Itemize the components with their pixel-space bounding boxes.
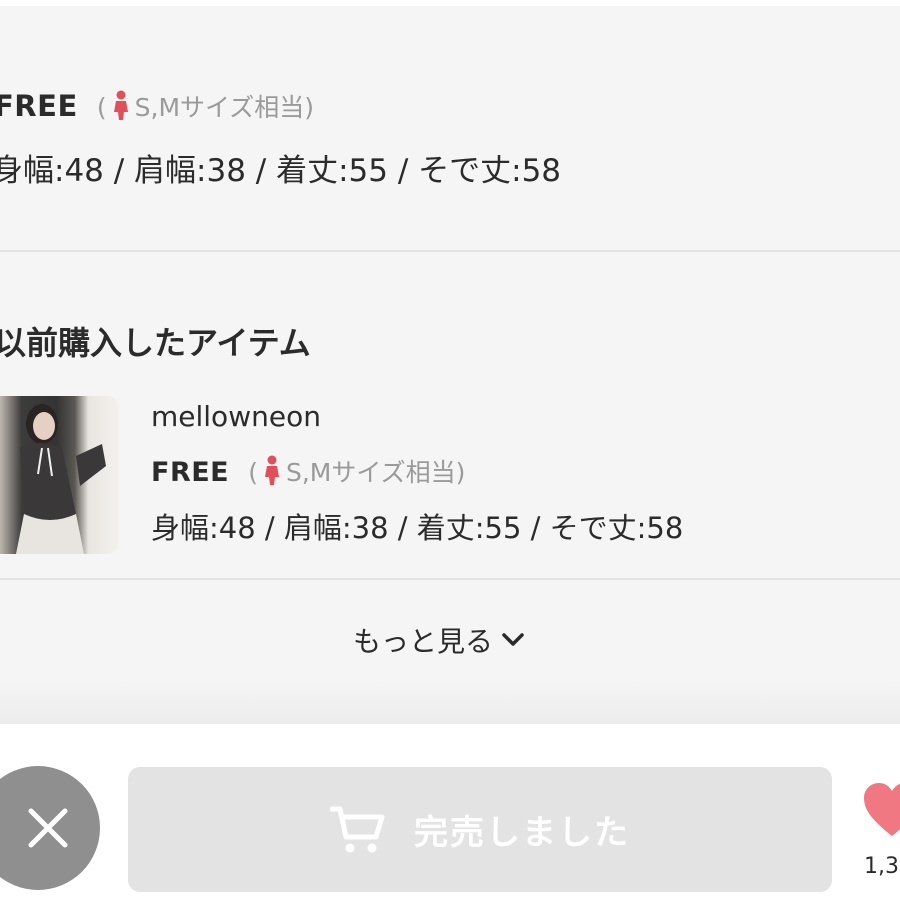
divider [0,578,900,580]
product-thumbnail[interactable] [0,396,119,554]
fit-open-paren: ( [96,93,107,122]
divider [0,250,900,252]
item-measurements: 身幅:48 / 肩幅:38 / 着丈:55 / そで丈:58 [151,511,684,545]
card-top-edge [0,0,900,6]
item-fit-open-paren: ( [248,458,258,487]
item-fit-note: ( S,Mサイズ相当) [248,455,466,487]
cart-icon [330,806,385,852]
sold-out-label: 完売しました [414,813,630,853]
sold-out-button[interactable]: 完売しました [128,767,832,892]
close-icon [28,808,68,848]
person-icon [264,455,279,485]
fit-text: S,Mサイズ相当) [134,93,315,122]
item-fit-text: S,Mサイズ相当) [285,458,466,487]
product-info-card: FREE ( S,Mサイズ相当) 身幅:48 / 肩幅:38 / 着丈:55 / … [0,0,900,724]
measurements: 身幅:48 / 肩幅:38 / 着丈:55 / そで丈:58 [0,153,562,189]
item-size-label: FREE [151,457,230,488]
brand-name[interactable]: mellowneon [151,400,321,433]
item-size-row: FREE ( S,Mサイズ相当) [151,453,465,489]
show-more-button[interactable]: もっと見る [353,620,525,660]
show-more-label: もっと見る [353,625,494,658]
favorite-button[interactable]: 1,3 [858,780,900,890]
person-icon [113,90,128,120]
product-image [16,404,106,554]
size-label: FREE [0,89,78,123]
favorite-count: 1,3 [864,854,899,879]
fit-note: ( S,Mサイズ相当) [96,90,315,122]
chevron-down-icon [502,633,524,646]
section-title: 以前購入したアイテム [0,324,311,362]
heart-icon [864,783,900,836]
size-row: FREE ( S,Mサイズ相当) [0,88,314,124]
card-bottom-fade [0,680,900,724]
